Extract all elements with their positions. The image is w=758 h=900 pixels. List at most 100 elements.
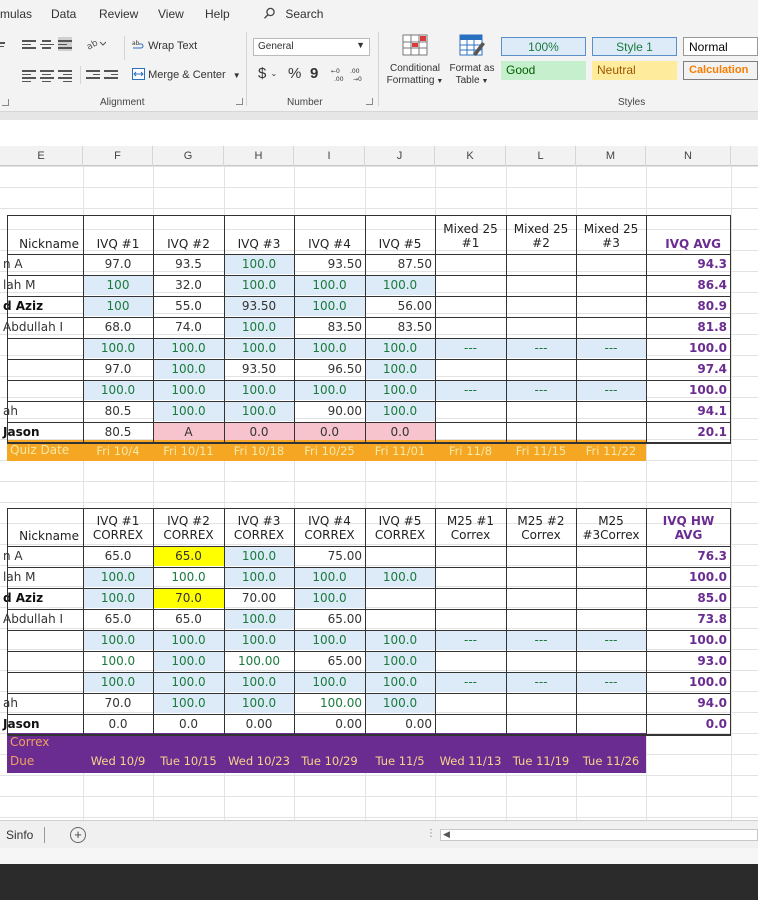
horizontal-scrollbar[interactable]: ◀ [440,829,758,841]
grade-cell[interactable]: 0.0 [294,422,365,442]
grade-cell[interactable]: 100.0 [294,296,365,316]
grade-cell[interactable]: --- [576,672,646,692]
column-header-h[interactable]: H [224,146,294,166]
average-cell[interactable]: 93.0 [646,651,731,671]
grade-cell[interactable]: --- [506,380,576,400]
grade-cell[interactable]: 100.0 [365,630,435,650]
nickname-cell[interactable]: d Aziz [0,588,83,608]
grade-cell[interactable] [506,693,576,713]
text-orientation-icon[interactable] [0,40,6,52]
grade-cell[interactable]: 100.0 [153,672,224,692]
grade-cell[interactable]: 65.00 [294,651,365,671]
grade-cell[interactable] [435,714,506,734]
grade-cell[interactable]: 96.50 [294,359,365,379]
grade-cell[interactable] [435,296,506,316]
decrease-indent-icon[interactable] [86,68,100,80]
grade-cell[interactable]: 93.50 [294,254,365,274]
grade-cell[interactable] [506,714,576,734]
nickname-cell[interactable]: lah M [0,567,83,587]
nickname-cell[interactable]: ah [0,401,83,421]
column-header-e[interactable]: E [0,146,83,166]
grade-cell[interactable]: 100.00 [224,651,294,671]
grade-cell[interactable]: 100.0 [294,588,365,608]
menu-formulas[interactable]: mulas [0,7,32,21]
grade-cell[interactable]: 100.0 [83,338,153,358]
grade-cell[interactable]: 100.0 [83,630,153,650]
nickname-cell[interactable] [0,359,83,379]
grade-cell[interactable]: 0.0 [83,714,153,734]
grade-cell[interactable] [576,401,646,421]
nickname-cell[interactable]: ah [0,693,83,713]
column-header-l[interactable]: L [506,146,576,166]
grade-cell[interactable]: 80.5 [83,401,153,421]
grade-cell[interactable]: 100.0 [83,588,153,608]
alignment-launcher-icon[interactable] [236,98,243,105]
grade-cell[interactable]: 100.0 [153,630,224,650]
average-cell[interactable]: 94.1 [646,401,731,421]
grade-cell[interactable]: 65.0 [153,609,224,629]
column-header-i[interactable]: I [294,146,365,166]
grade-cell[interactable]: 100 [83,275,153,295]
grade-cell[interactable] [435,588,506,608]
grade-cell[interactable] [506,401,576,421]
grade-cell[interactable]: 65.0 [83,546,153,566]
grade-cell[interactable]: 74.0 [153,317,224,337]
style-neutral[interactable]: Neutral [592,61,677,80]
grade-cell[interactable]: 70.0 [83,693,153,713]
menu-help[interactable]: Help [205,7,230,21]
merge-center-button[interactable]: Merge & Center ▼ [132,68,241,81]
grade-cell[interactable]: 65.00 [294,609,365,629]
grade-cell[interactable]: 0.0 [365,422,435,442]
grade-cell[interactable]: 100.0 [365,401,435,421]
grade-cell[interactable]: 100.0 [294,275,365,295]
grade-cell[interactable] [435,567,506,587]
average-cell[interactable]: 86.4 [646,275,731,295]
nickname-cell[interactable]: d Aziz [0,296,83,316]
grade-cell[interactable]: 0.0 [153,714,224,734]
grade-cell[interactable] [506,651,576,671]
grade-cell[interactable]: 100.0 [224,630,294,650]
grade-cell[interactable]: 70.00 [224,588,294,608]
nickname-cell[interactable]: Abdullah I [0,609,83,629]
date-cell[interactable]: Tue 10/29 [294,751,365,771]
menu-review[interactable]: Review [99,7,138,21]
grade-cell[interactable] [506,546,576,566]
grade-cell[interactable]: 100.0 [365,275,435,295]
average-cell[interactable]: 76.3 [646,546,731,566]
average-cell[interactable]: 100.0 [646,338,731,358]
grade-cell[interactable]: 100.0 [294,672,365,692]
grade-cell[interactable]: 100.0 [365,651,435,671]
grade-cell[interactable]: 100.0 [224,693,294,713]
grade-cell[interactable] [576,714,646,734]
average-cell[interactable]: 80.9 [646,296,731,316]
nickname-cell[interactable] [0,380,83,400]
grade-cell[interactable]: 80.5 [83,422,153,442]
grade-cell[interactable]: --- [506,630,576,650]
grade-cell[interactable]: 100.0 [153,693,224,713]
currency-button[interactable]: $ ⌄ [258,65,277,82]
grade-cell[interactable]: 100.0 [294,338,365,358]
conditional-formatting-button[interactable]: Conditional Formatting ▼ [386,34,444,88]
grade-cell[interactable] [506,317,576,337]
date-cell[interactable]: Wed 10/23 [224,751,294,771]
grade-cell[interactable] [576,609,646,629]
style-style-1[interactable]: Style 1 [592,37,677,56]
grade-cell[interactable]: 100.0 [224,254,294,274]
grade-cell[interactable] [576,693,646,713]
grade-cell[interactable]: 83.50 [365,317,435,337]
grade-cell[interactable]: --- [435,380,506,400]
grade-cell[interactable] [506,588,576,608]
grade-cell[interactable]: 100.0 [294,380,365,400]
number-format-select[interactable]: General ▼ [253,38,370,56]
grade-cell[interactable]: 97.0 [83,254,153,274]
number-launcher-icon[interactable] [366,98,373,105]
grade-cell[interactable] [365,609,435,629]
style-good[interactable]: Good [501,61,586,80]
menu-data[interactable]: Data [51,7,76,21]
grade-cell[interactable]: 100 [83,296,153,316]
nickname-cell[interactable]: Jason [0,422,83,442]
grade-cell[interactable]: 100.0 [153,359,224,379]
increase-decimal-button[interactable]: ←0.00 [331,66,347,85]
grade-cell[interactable]: 100.0 [365,567,435,587]
grade-cell[interactable]: 100.0 [224,609,294,629]
